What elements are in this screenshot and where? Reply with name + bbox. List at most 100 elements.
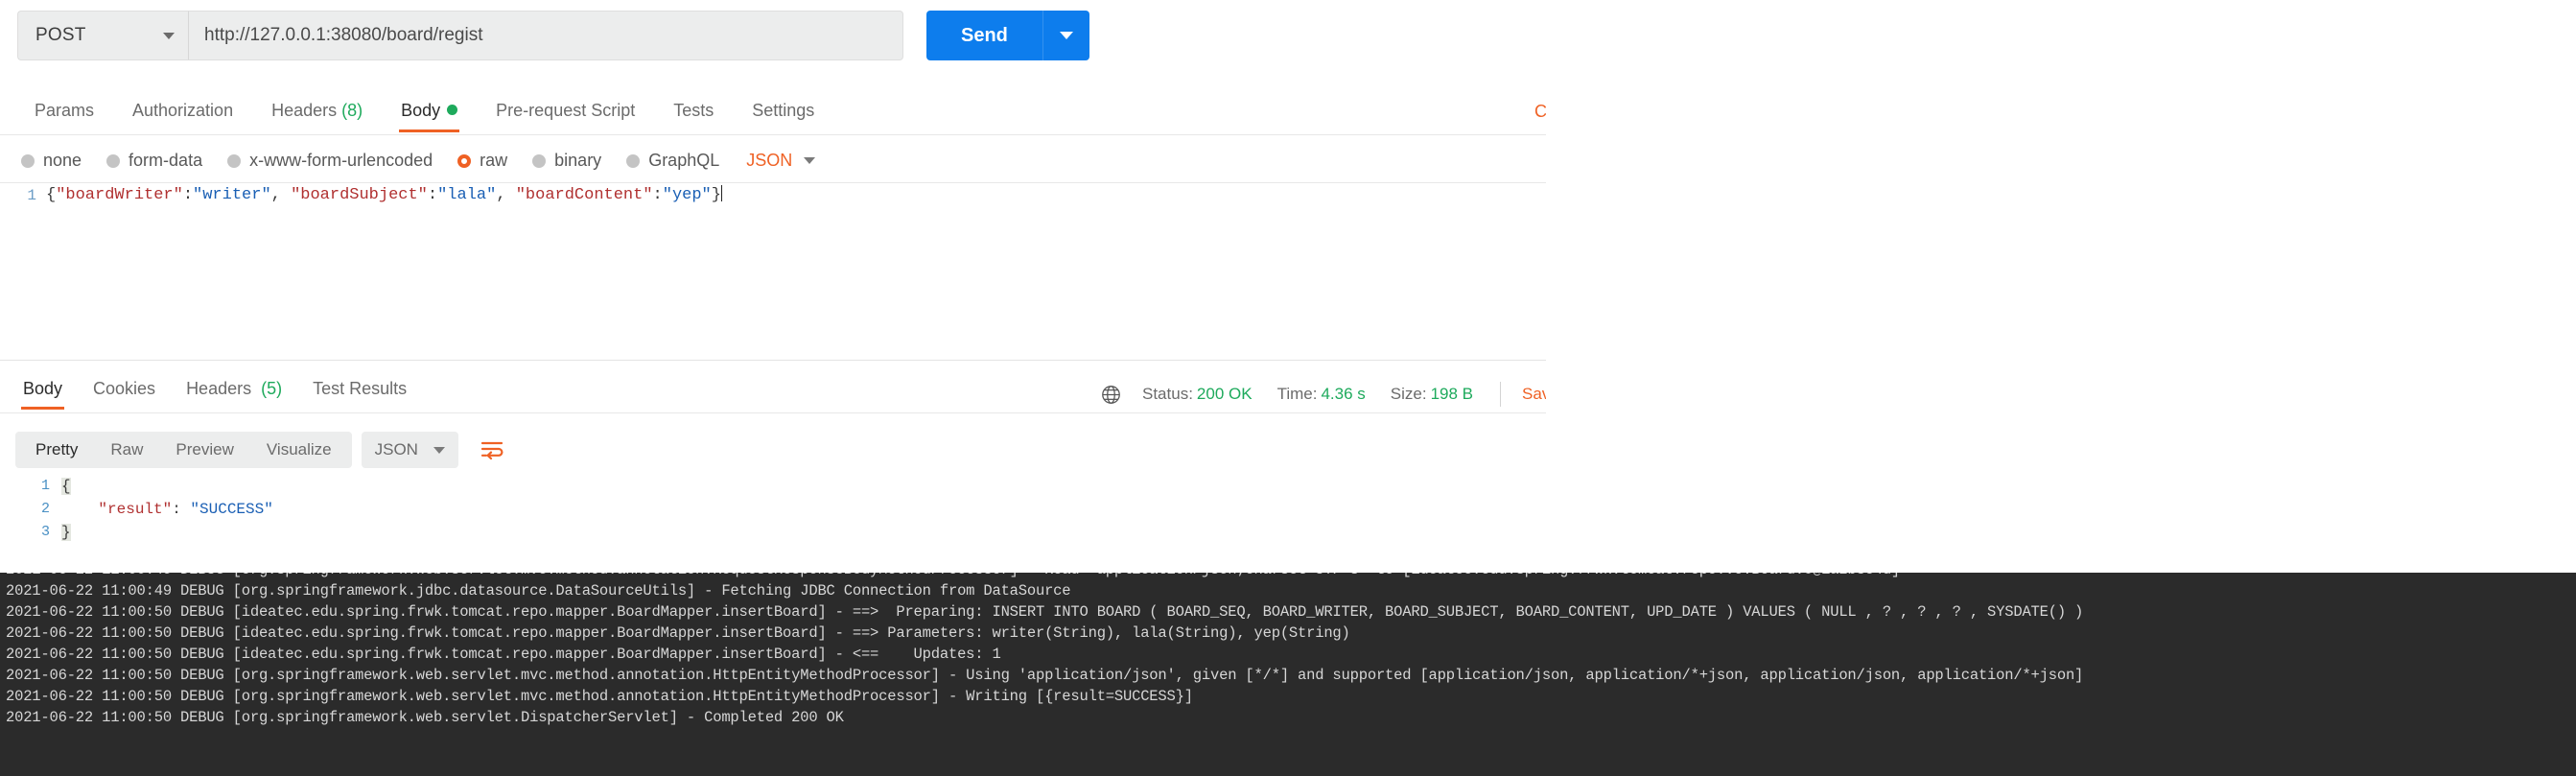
json-token: { xyxy=(46,186,57,204)
body-type-graphql[interactable]: GraphQL xyxy=(626,151,719,171)
send-options-button[interactable] xyxy=(1042,11,1089,60)
request-tabs: Params Authorization Headers (8) Body Pre-req… xyxy=(15,101,833,132)
tab-label: Tests xyxy=(673,101,714,120)
size-label: Size: xyxy=(1390,385,1427,403)
url-input[interactable]: http://127.0.0.1:38080/board/regist xyxy=(188,11,903,60)
tab-label: Cookies xyxy=(93,379,156,398)
request-tab-authorization[interactable]: Authorization xyxy=(113,101,252,132)
radio-icon xyxy=(106,153,121,168)
body-format-select[interactable]: JSON xyxy=(746,151,816,171)
request-tab-body[interactable]: Body xyxy=(382,101,477,132)
json-token: "writer" xyxy=(193,186,271,204)
console-log-line: 2021-06-22 11:00:49 DEBUG [org.springfra… xyxy=(0,573,2576,580)
format-tab-raw[interactable]: Raw xyxy=(94,432,159,468)
body-format-label: JSON xyxy=(746,151,793,170)
server-console[interactable]: 2021-06-22 11:00:49 DEBUG [org.springfra… xyxy=(0,573,2576,776)
json-token: "boardSubject" xyxy=(291,186,428,204)
body-present-dot-icon xyxy=(447,105,458,115)
tab-label: Headers xyxy=(271,101,338,120)
request-body-editor[interactable]: 1 {"boardWriter":"writer", "boardSubject… xyxy=(0,182,1546,361)
response-tab-body[interactable]: Body xyxy=(8,379,78,410)
console-log-line: 2021-06-22 11:00:50 DEBUG [ideatec.edu.s… xyxy=(6,603,2084,621)
http-method-label: POST xyxy=(35,25,86,45)
request-tab-settings[interactable]: Settings xyxy=(733,101,833,132)
request-json-text[interactable]: {"boardWriter":"writer", "boardSubject":… xyxy=(46,183,722,208)
body-type-label: none xyxy=(43,151,82,170)
text-cursor xyxy=(720,185,722,201)
radio-icon xyxy=(532,153,547,168)
body-type-label: form-data xyxy=(129,151,203,170)
meta-divider xyxy=(1500,382,1501,407)
tab-label: Headers xyxy=(186,379,252,398)
body-type-label: binary xyxy=(554,151,602,170)
tab-label: Authorization xyxy=(132,101,234,120)
http-method-select[interactable]: POST xyxy=(17,11,188,60)
body-type-raw[interactable]: raw xyxy=(457,151,507,171)
tab-count: (8) xyxy=(341,101,363,120)
send-button[interactable]: Send xyxy=(926,11,1042,60)
save-response-link[interactable]: Save xyxy=(1522,385,1546,404)
status-label: Status: xyxy=(1142,385,1193,403)
status-value: 200 OK xyxy=(1196,385,1253,403)
send-button-group: Send xyxy=(926,11,1089,60)
request-tab-tests[interactable]: Tests xyxy=(654,101,733,132)
tab-label: Test Results xyxy=(313,379,408,398)
editor-line: 1 {"boardWriter":"writer", "boardSubject… xyxy=(0,183,1546,208)
tab-label: Pre-request Script xyxy=(496,101,636,120)
body-type-none[interactable]: none xyxy=(21,151,82,171)
json-token: : xyxy=(427,186,438,204)
body-type-label: GraphQL xyxy=(648,151,720,170)
response-language-select[interactable]: JSON xyxy=(361,432,458,468)
tab-label: Body xyxy=(23,379,63,398)
chevron-down-icon xyxy=(804,157,816,164)
format-tab-visualize[interactable]: Visualize xyxy=(250,432,348,468)
wrap-lines-button[interactable] xyxy=(474,432,510,468)
time-label: Time: xyxy=(1276,385,1318,403)
request-tab-headers[interactable]: Headers (8) xyxy=(252,101,382,132)
console-log-lines: 2021-06-22 11:00:49 DEBUG [org.springfra… xyxy=(0,573,2576,728)
request-tab-params[interactable]: Params xyxy=(15,101,113,132)
console-log-line: 2021-06-22 11:00:50 DEBUG [org.springfra… xyxy=(6,688,1193,705)
url-value: http://127.0.0.1:38080/board/regist xyxy=(204,25,483,45)
radio-icon xyxy=(457,153,472,168)
request-tabs-divider xyxy=(0,134,1546,135)
time-value: 4.36 s xyxy=(1321,385,1366,403)
line-number: 1 xyxy=(27,187,36,204)
format-tab-preview[interactable]: Preview xyxy=(159,432,249,468)
response-body-viewer[interactable]: 1{2 "result": "SUCCESS" 3} xyxy=(0,475,1546,571)
body-type-radio-group: none form-data x-www-form-urlencoded raw bin… xyxy=(21,151,816,171)
body-type-form-data[interactable]: form-data xyxy=(106,151,202,171)
tab-label: Settings xyxy=(752,101,815,120)
radio-icon xyxy=(21,153,35,168)
response-tab-headers[interactable]: Headers (5) xyxy=(171,379,297,410)
radio-icon xyxy=(626,153,641,168)
postman-panel: POST http://127.0.0.1:38080/board/regist… xyxy=(0,0,1547,573)
json-token: { xyxy=(61,478,71,495)
chevron-down-icon xyxy=(1059,32,1073,39)
response-tab-cookies[interactable]: Cookies xyxy=(78,379,171,410)
json-token: } xyxy=(711,186,721,204)
status-item: Status: 200 OK xyxy=(1142,385,1253,404)
console-log-line: 2021-06-22 11:00:50 DEBUG [ideatec.edu.s… xyxy=(6,624,1350,642)
response-tab-test-results[interactable]: Test Results xyxy=(297,379,422,410)
globe-icon[interactable] xyxy=(1101,385,1121,405)
cookies-link[interactable]: Cookies xyxy=(1534,102,1546,122)
request-tab-pre-request-script[interactable]: Pre-request Script xyxy=(477,101,654,132)
body-type-x-www-form-urlencoded[interactable]: x-www-form-urlencoded xyxy=(227,151,433,171)
tab-count: (5) xyxy=(256,379,283,398)
body-type-binary[interactable]: binary xyxy=(532,151,601,171)
console-log-line: 2021-06-22 11:00:49 DEBUG [org.springfra… xyxy=(6,582,1071,600)
json-token: "boardContent" xyxy=(515,186,653,204)
response-format-toolbar: Pretty Raw Preview Visualize JSON xyxy=(15,432,510,468)
size-value: 198 B xyxy=(1430,385,1473,403)
chevron-down-icon xyxy=(433,446,445,454)
tab-label: Params xyxy=(35,101,95,120)
json-token: "boardWriter" xyxy=(56,186,183,204)
line-number: 2 xyxy=(40,501,50,517)
request-url-row: POST http://127.0.0.1:38080/board/regist… xyxy=(17,11,1089,60)
format-tab-pretty[interactable]: Pretty xyxy=(19,432,94,468)
line-number: 1 xyxy=(40,478,50,494)
request-editor-divider xyxy=(0,360,1546,361)
radio-icon xyxy=(227,153,242,168)
console-log-line: 2021-06-22 11:00:50 DEBUG [org.springfra… xyxy=(6,709,844,726)
